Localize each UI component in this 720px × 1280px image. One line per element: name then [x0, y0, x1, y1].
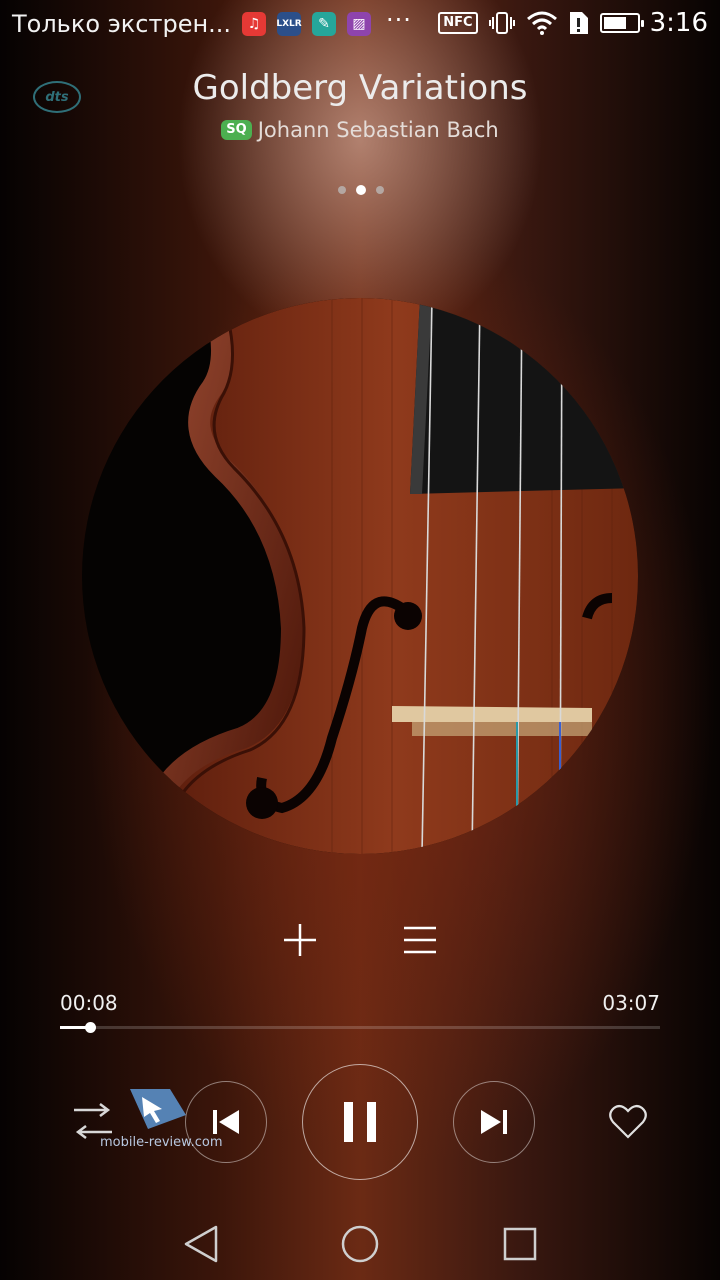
song-title: Goldberg Variations: [192, 68, 528, 108]
recents-icon[interactable]: [502, 1226, 538, 1262]
queue-list-icon[interactable]: [402, 924, 438, 956]
page-dot[interactable]: [338, 186, 346, 194]
notes-app-icon: ✎: [312, 12, 336, 36]
total-time: 03:07: [602, 991, 660, 1015]
sq-badge: SQ: [221, 120, 252, 140]
nfc-icon: NFC: [438, 12, 478, 34]
music-player-screen: { "status_bar": { "notification_text": "…: [0, 0, 720, 1280]
previous-track-icon: [213, 1110, 239, 1134]
notification-icons: ♫ LXLR ✎ ▨: [242, 12, 371, 36]
gallery-app-icon: ▨: [347, 12, 371, 36]
pause-icon: [344, 1102, 376, 1142]
pause-button[interactable]: [302, 1064, 418, 1180]
heart-icon[interactable]: [608, 1104, 648, 1140]
notification-text: Только экстрен...: [12, 10, 232, 38]
seek-thumb[interactable]: [85, 1022, 96, 1033]
vibrate-icon: [488, 12, 515, 34]
back-icon[interactable]: [182, 1224, 220, 1264]
music-app-icon: ♫: [242, 12, 266, 36]
grid-app-icon: LXLR: [276, 12, 302, 36]
page-indicator: [338, 185, 384, 195]
artist-row: SQ Johann Sebastian Bach: [0, 118, 720, 142]
status-indicators: NFC 3:16: [438, 8, 708, 38]
wifi-icon: [526, 11, 557, 35]
sim-alert-icon: [569, 12, 588, 34]
album-art[interactable]: [82, 298, 638, 854]
mobile-review-logo: [130, 1089, 186, 1129]
elapsed-time: 00:08: [60, 991, 118, 1015]
watermark-text: mobile-review.com: [100, 1135, 223, 1150]
artist-name: Johann Sebastian Bach: [257, 118, 499, 142]
next-track-icon: [481, 1110, 507, 1134]
violin-album-art: [82, 298, 638, 854]
plus-icon[interactable]: [282, 922, 318, 958]
more-notifications-icon: ···: [386, 6, 412, 34]
seek-bar[interactable]: [60, 1022, 660, 1033]
status-clock: 3:16: [649, 8, 708, 38]
status-bar: Только экстрен... ♫ LXLR ✎ ▨ ··· NFC 3:1…: [0, 0, 720, 52]
battery-icon: [599, 13, 644, 33]
battery-level: [603, 17, 626, 29]
next-button[interactable]: [453, 1081, 535, 1163]
page-dot[interactable]: [376, 186, 384, 194]
page-dot[interactable]: [356, 185, 366, 195]
previous-button[interactable]: [185, 1081, 267, 1163]
home-icon[interactable]: [340, 1224, 380, 1264]
